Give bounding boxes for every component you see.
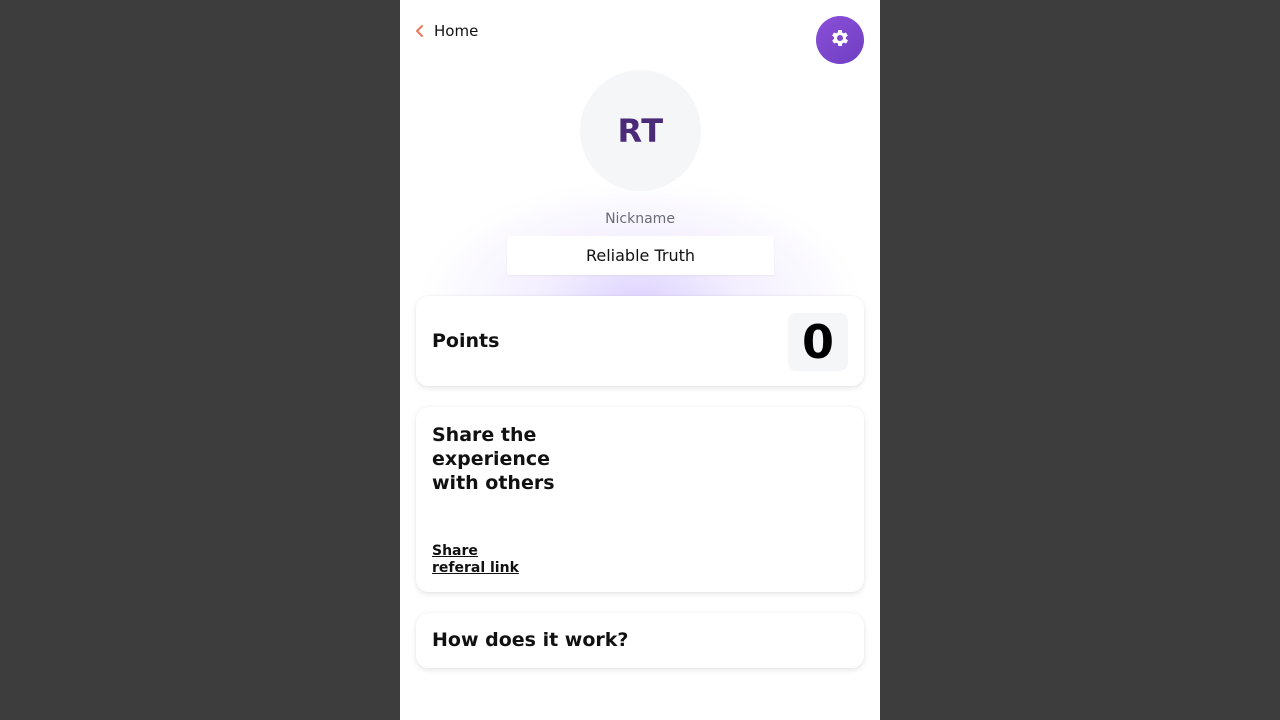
nickname-field[interactable]: Reliable Truth [507, 236, 774, 275]
settings-button[interactable] [816, 16, 864, 64]
profile-screen: Home RT Nickname Reliable Truth Points 0… [400, 0, 880, 720]
gear-icon [829, 27, 851, 53]
how-it-works-card[interactable]: How does it work? [416, 613, 864, 668]
chevron-left-icon [414, 24, 426, 38]
nickname-label: Nickname [605, 211, 675, 227]
points-value: 0 [788, 313, 848, 371]
share-referral-link[interactable]: Share referal link [432, 543, 532, 577]
how-it-works-title: How does it work? [432, 629, 629, 651]
avatar-initials: RT [617, 111, 664, 150]
share-card: Share the experience with others Share r… [416, 407, 864, 592]
points-card: Points 0 [416, 296, 864, 386]
avatar: RT [580, 70, 701, 191]
back-home-link[interactable]: Home [414, 22, 478, 40]
points-title: Points [432, 330, 500, 352]
share-title: Share the experience with others [432, 424, 555, 494]
back-label: Home [434, 22, 479, 40]
